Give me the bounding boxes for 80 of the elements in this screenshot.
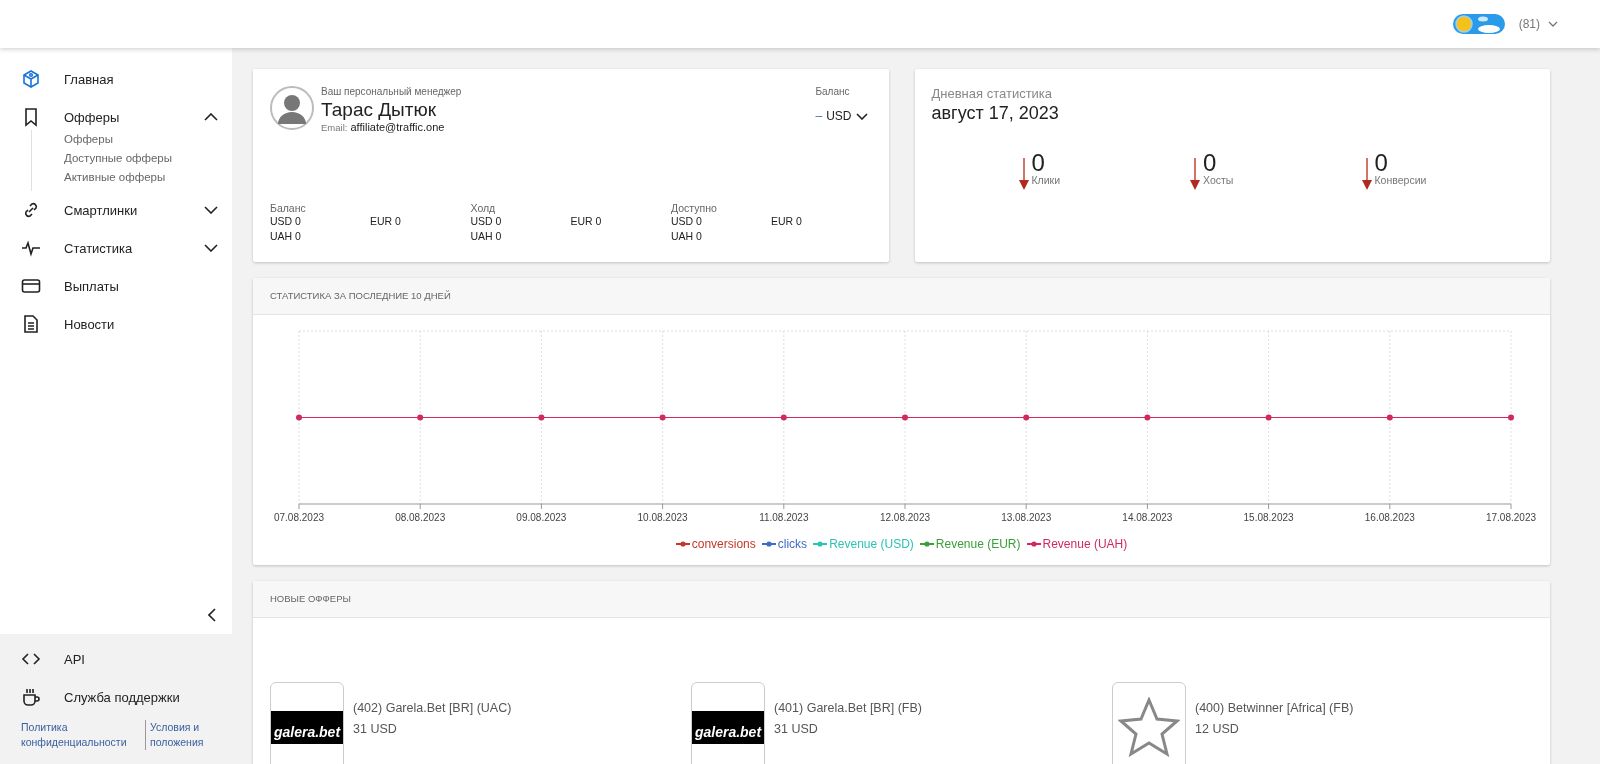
offer-name[interactable]: (402) Garela.Bet [BR] (UAC) [353,701,512,715]
offer-payout: 12 USD [1195,722,1240,736]
arrow-down-icon [1190,158,1200,190]
manager-caption: Ваш персональный менеджер [321,86,463,97]
offer-name[interactable]: (400) Betwinner [Africa] (FB) [1195,701,1354,715]
balance-value: USD 0 [270,214,302,229]
email-value: affiliate@traffic.one [350,121,445,133]
balance-value: UAH 0 [671,229,703,244]
chevron-icon[interactable] [204,206,218,214]
nav-item[interactable]: Новости [0,305,232,343]
balance-value: UAH 0 [270,229,302,244]
brand-logo: galera.bet [692,710,764,744]
stat-label: Конверсии [1374,174,1427,186]
legend-label[interactable]: Revenue (EUR) [935,537,1021,551]
nav-item[interactable]: API [0,640,232,678]
nav-item[interactable]: Главная [0,60,232,98]
x-tick-label: 14.08.2023 [1122,512,1173,523]
chevron-icon[interactable] [204,244,218,252]
daily-stats-title: Дневная статистика [931,86,1054,101]
x-tick-label: 08.08.2023 [395,512,446,523]
submenu-item[interactable]: Активные офферы [64,168,232,187]
stat-label: Клики [1031,174,1061,186]
balance-group-title: Баланс [270,202,307,214]
nav-item[interactable]: Служба поддержки [0,678,232,716]
account-menu[interactable]: (81) [1518,17,1540,31]
arrow-down-icon [1018,158,1029,190]
balance-value: EUR 0 [370,214,402,229]
cup-icon [21,687,41,707]
stat-value: 0 [1203,152,1218,174]
balance-value: EUR 0 [771,214,803,229]
x-tick-label: 10.08.2023 [637,512,688,523]
submenu-item[interactable]: Доступные офферы [64,149,232,168]
balance-value: USD 0 [470,214,503,229]
offer-thumbnail[interactable] [1112,682,1186,764]
star-icon [1118,697,1180,757]
email-label: Email: [321,122,348,133]
x-tick-label: 13.08.2023 [1001,512,1052,523]
panel-title: СТАТИСТИКА ЗА ПОСЛЕДНИЕ 10 ДНЕЙ [253,278,1550,315]
offer-payout: 31 USD [774,722,819,736]
x-tick-label: 17.08.2023 [1485,512,1537,523]
nav-item[interactable]: Выплаты [0,267,232,305]
balance-group-title: Доступно [671,202,718,214]
stat-value: 0 [1031,152,1046,174]
x-tick-label: 11.08.2023 [759,512,809,523]
legend-label[interactable]: Revenue (UAH) [1042,537,1128,551]
chevron-down-icon[interactable] [1548,21,1558,27]
balance-value: EUR 0 [570,214,603,229]
arrow-down-icon [1361,158,1372,190]
balance-value: UAH 0 [470,229,503,244]
offer-thumbnail[interactable]: galera.bet [691,682,765,764]
nav-item[interactable]: Смартлинки [0,191,232,229]
avatar-icon [270,86,314,130]
legend-label[interactable]: clicks [777,537,808,551]
nav-item[interactable]: Статистика [0,229,232,267]
chevron-down-icon [855,112,868,120]
sun-cloud-toggle-icon[interactable] [1452,14,1505,34]
chevron-left-icon[interactable] [208,608,216,622]
offer-name[interactable]: (401) Garela.Bet [BR] (FB) [774,701,922,715]
balance-label: Баланс [815,86,851,97]
daily-stats-date: август 17, 2023 [931,103,1060,124]
footer-link[interactable]: Условия и положения [145,720,224,750]
footer-link[interactable]: Политика конфиденциальности [21,720,145,750]
x-tick-label: 16.08.2023 [1364,512,1415,523]
legend-label[interactable]: conversions [691,537,756,551]
x-tick-label: 15.08.2023 [1243,512,1294,523]
stat-value: 0 [1374,152,1389,174]
x-tick-label: 07.08.2023 [273,512,325,523]
offer-thumbnail[interactable]: galera.bet [270,682,344,764]
balance-group-title: Холд [470,202,497,214]
panel-title: НОВЫЕ ОФФЕРЫ [253,581,1550,618]
x-tick-label: 12.08.2023 [879,512,931,523]
submenu-item[interactable]: Офферы [64,130,232,149]
offer-payout: 31 USD [353,722,398,736]
balance-value: USD 0 [671,214,703,229]
chevron-icon[interactable] [204,113,218,121]
currency-select[interactable]: – USD [815,109,868,123]
stat-label: Хосты [1203,174,1234,186]
brand-logo: galera.bet [271,710,343,744]
manager-name: Тарас Дытюк [321,99,438,121]
x-tick-label: 09.08.2023 [516,512,567,523]
